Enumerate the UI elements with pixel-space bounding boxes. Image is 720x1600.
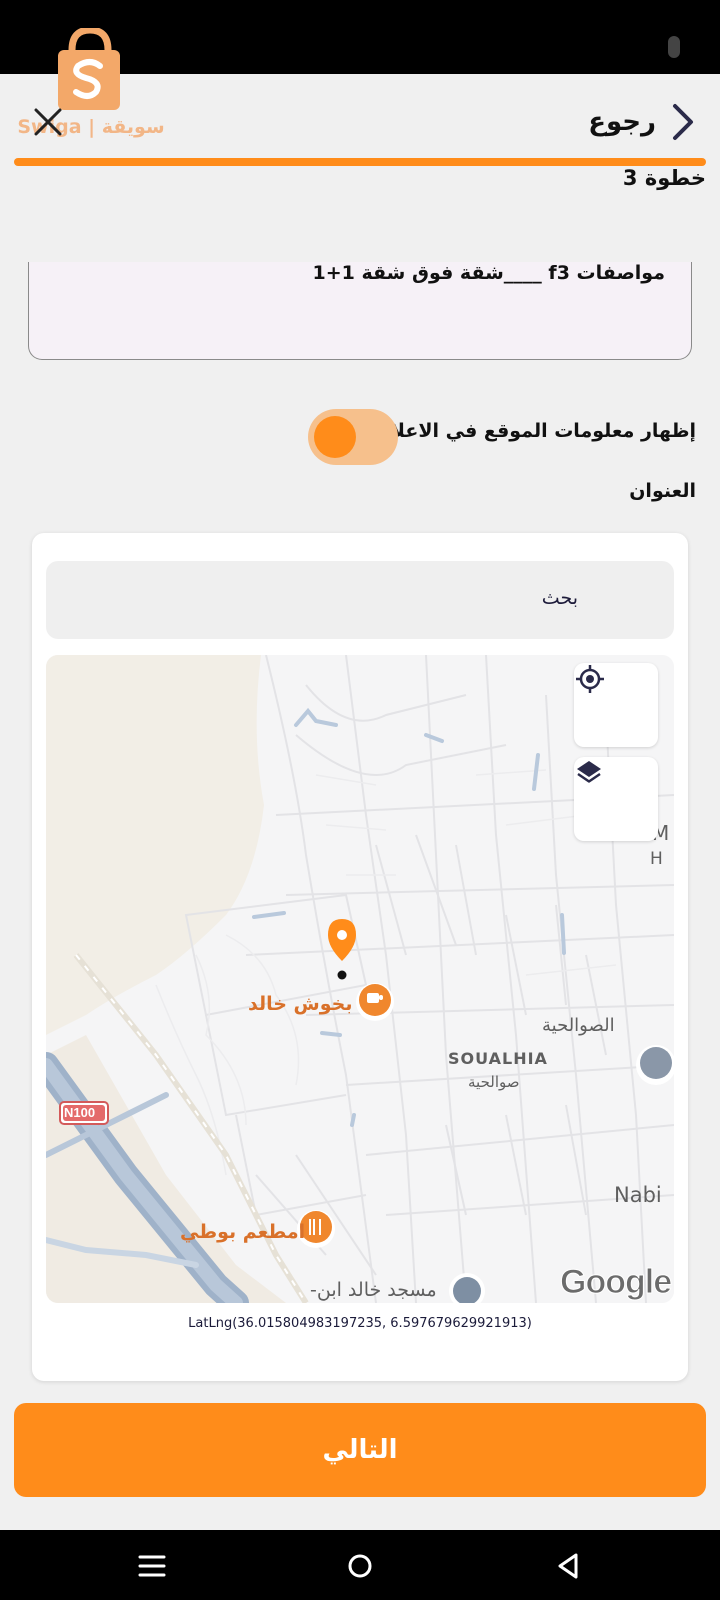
map-layers-button[interactable]: [574, 757, 658, 841]
map-tiles: [46, 655, 674, 1303]
description-value: مواصفات f3 ____شقة فوق شقة 1+1: [312, 262, 665, 284]
home-circle-icon: [348, 1554, 372, 1578]
home-button[interactable]: [342, 1548, 378, 1584]
back-label: رجوع: [588, 107, 656, 137]
cafe-label: بخوش خالد: [248, 993, 353, 1015]
system-back-button[interactable]: [550, 1548, 586, 1584]
back-button[interactable]: رجوع: [588, 100, 696, 144]
close-icon: [34, 108, 62, 136]
camera-indicator-icon: [668, 36, 680, 58]
toggle-knob: [314, 416, 356, 458]
address-label: العنوان: [629, 480, 696, 502]
address-card: بحث N100 بخوش خالد امطعم بوطي الصوالحية …: [32, 533, 688, 1381]
area-label-latin: SOUALHIA: [448, 1049, 548, 1068]
google-attribution: Google: [559, 1263, 672, 1302]
place-label-partial: Nabi: [614, 1183, 662, 1207]
map-view[interactable]: N100 بخوش خالد امطعم بوطي الصوالحية SOUA…: [46, 655, 674, 1303]
crosshair-icon: [576, 665, 604, 693]
road-badge-label: N100: [64, 1105, 96, 1120]
step-progress-bar: [14, 158, 706, 166]
recent-apps-button[interactable]: [134, 1548, 170, 1584]
my-location-button[interactable]: [574, 663, 658, 747]
area-label-ar: الصوالحية: [542, 1015, 615, 1036]
cafe-poi-icon: [356, 983, 394, 1021]
next-button-label: التالي: [322, 1435, 398, 1465]
show-location-label: إظهار معلومات الموقع في الاعلان: [374, 420, 696, 442]
search-input[interactable]: بحث: [46, 561, 674, 639]
back-triangle-icon: [558, 1553, 578, 1579]
close-button[interactable]: [30, 104, 66, 140]
place-label-h: H: [650, 849, 663, 869]
layers-icon: [577, 761, 601, 783]
mosque-label: -مسجد خالد ابن: [310, 1279, 437, 1301]
area-label-ar-small: صوالحية: [468, 1073, 520, 1091]
show-location-toggle[interactable]: [308, 409, 398, 465]
latlng-readout: LatLng(36.015804983197235, 6.59767962992…: [188, 1316, 532, 1331]
description-textarea[interactable]: مواصفات f3 ____شقة فوق شقة 1+1: [28, 262, 692, 360]
search-placeholder: بحث: [541, 587, 578, 609]
step-label: خطوة 3: [622, 166, 706, 190]
chevron-right-icon: [673, 104, 693, 140]
restaurant-label: امطعم بوطي: [180, 1221, 306, 1243]
menu-lines-icon: [138, 1555, 166, 1577]
system-nav-bar: [0, 1530, 720, 1600]
next-button[interactable]: التالي: [14, 1403, 706, 1497]
